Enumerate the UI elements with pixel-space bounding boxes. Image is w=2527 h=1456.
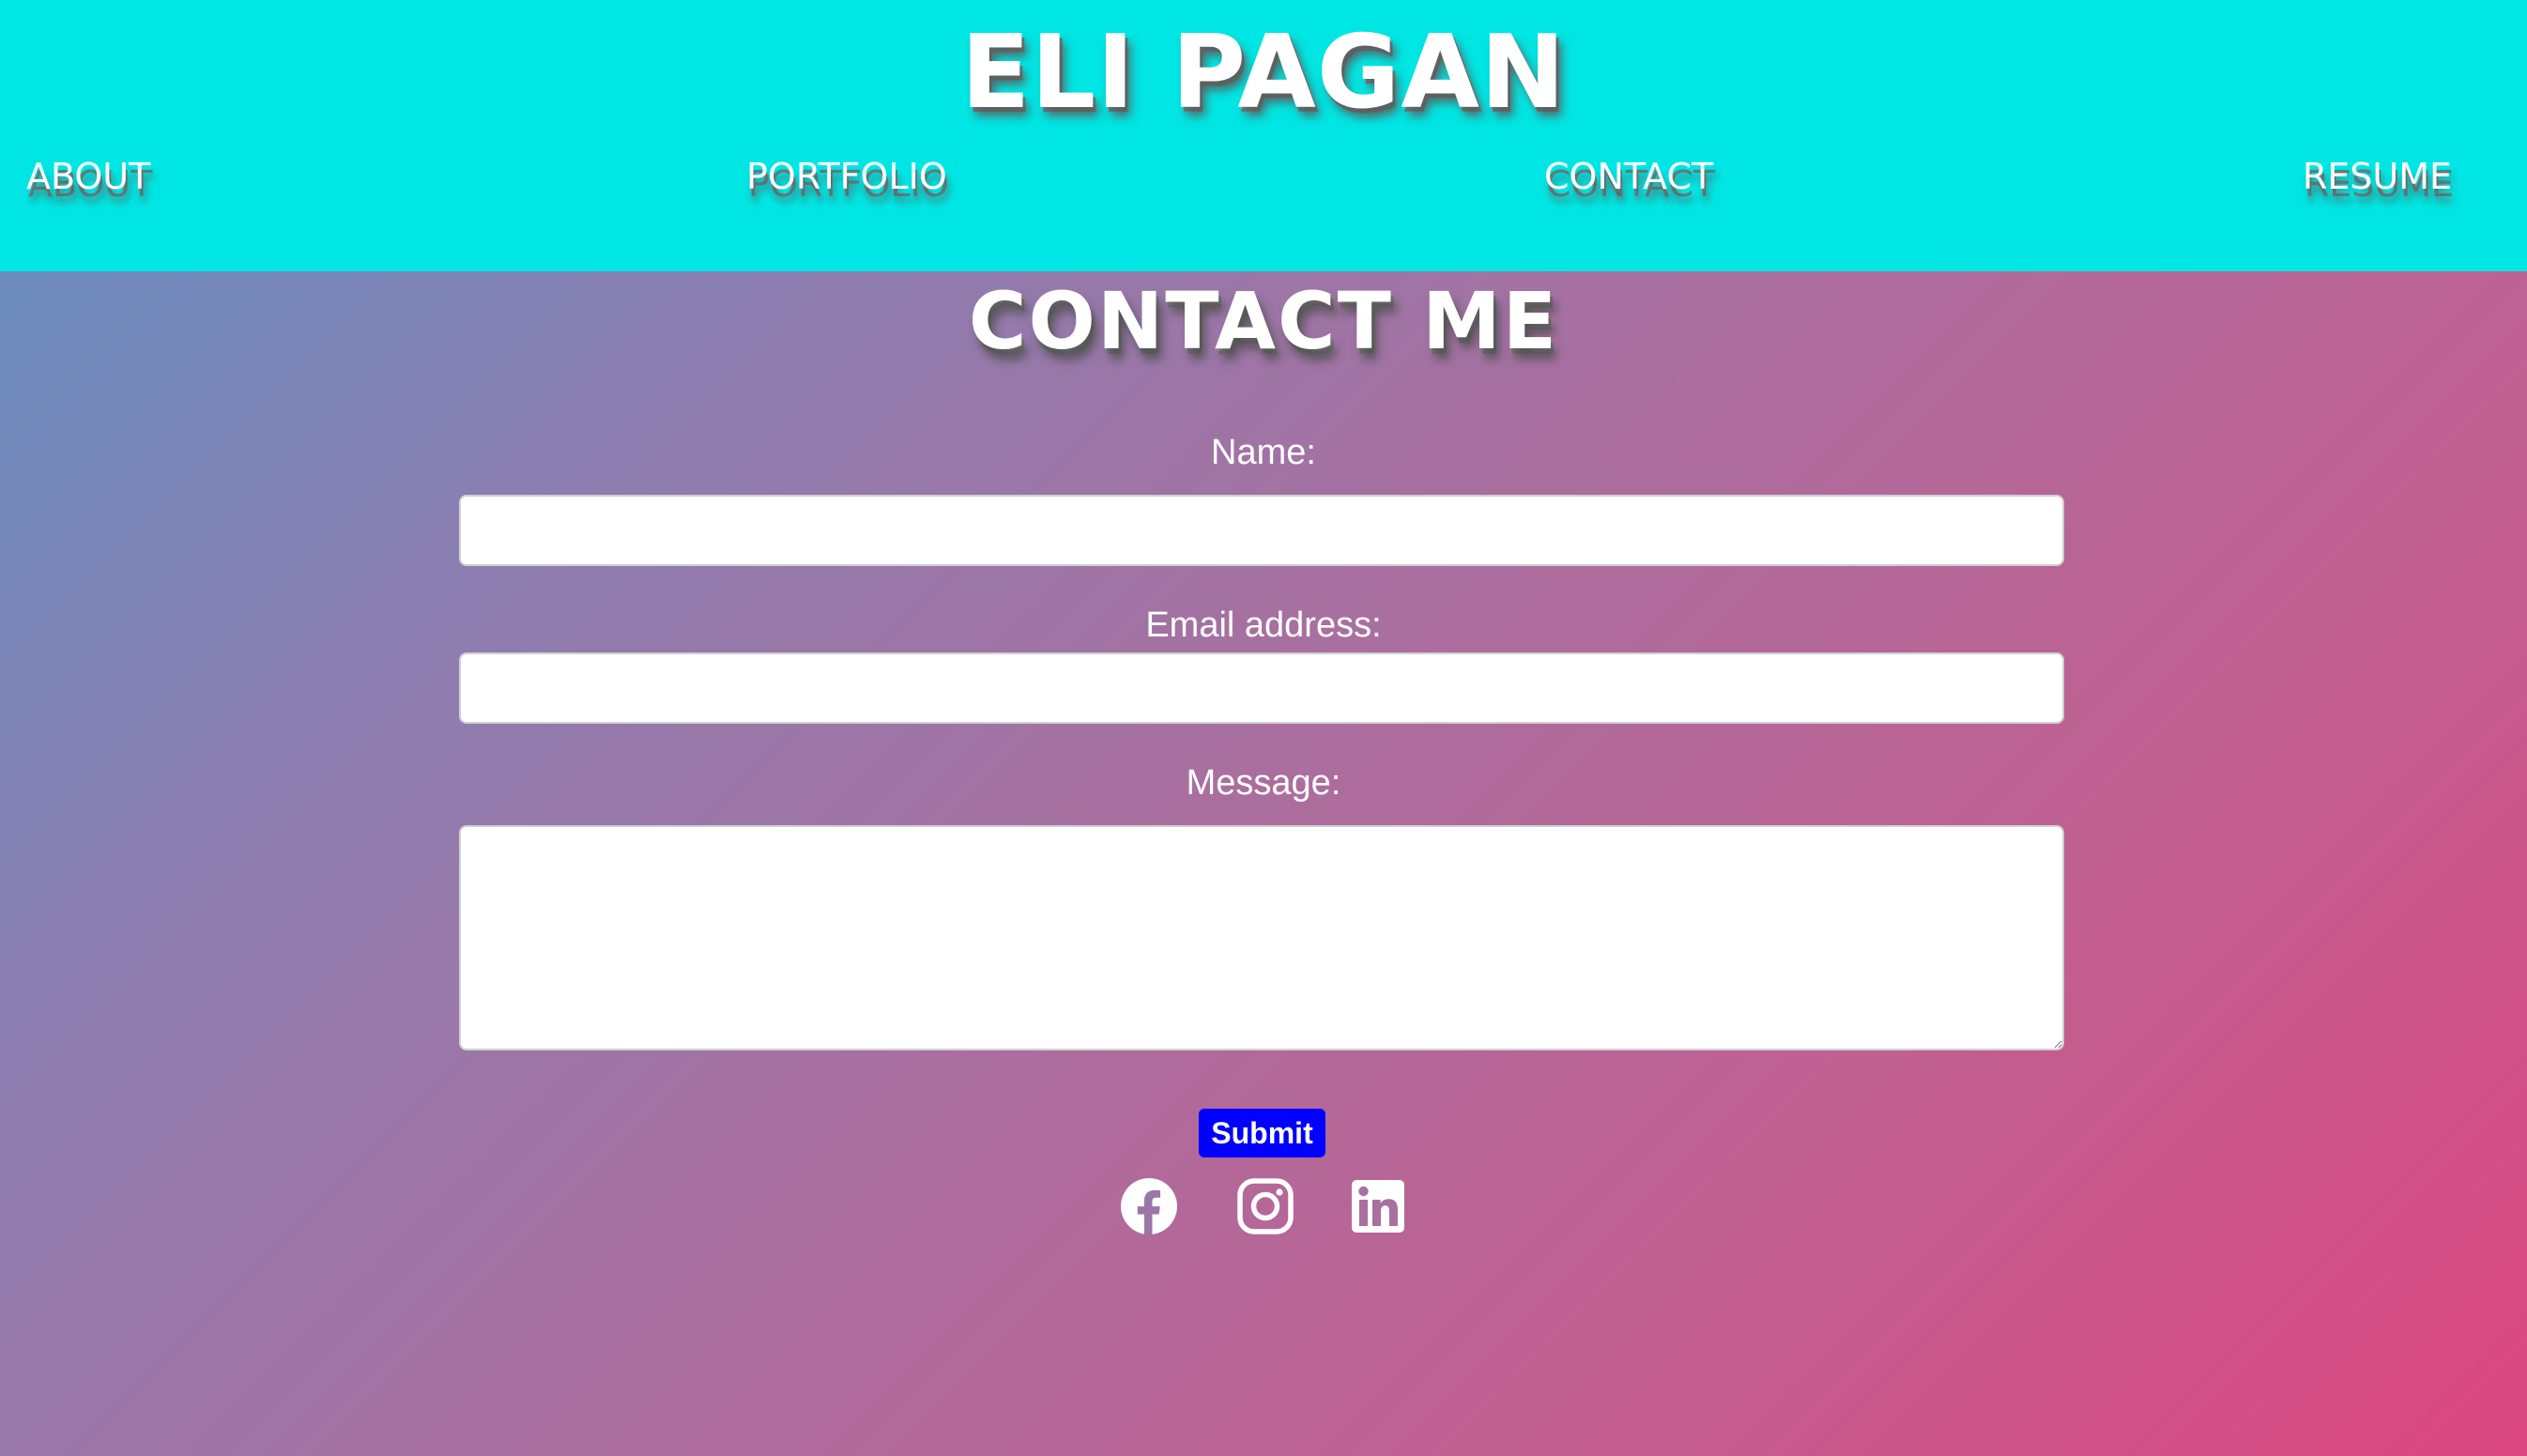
nav-contact[interactable]: CONTACT (1544, 154, 1713, 199)
site-title: ELI PAGAN (960, 14, 1567, 131)
email-label: Email address: (1145, 605, 1382, 645)
page-title: CONTACT ME (968, 275, 1559, 367)
facebook-icon-graphic (1121, 1178, 1177, 1234)
linkedin-icon[interactable] (1348, 1176, 1408, 1236)
email-field[interactable] (459, 652, 2064, 724)
message-label: Message: (1186, 763, 1341, 803)
facebook-icon[interactable] (1119, 1176, 1179, 1236)
nav-portfolio[interactable]: PORTFOLIO (746, 154, 947, 199)
message-field[interactable] (459, 825, 2064, 1050)
instagram-icon-graphic (1237, 1178, 1294, 1234)
nav-about[interactable]: ABOUT (26, 154, 150, 199)
submit-button[interactable]: Submit (1199, 1109, 1325, 1157)
site-header: ELI PAGAN ABOUT PORTFOLIO CONTACT RESUME (0, 0, 2527, 271)
name-field[interactable] (459, 495, 2064, 566)
instagram-icon[interactable] (1235, 1176, 1295, 1236)
name-label: Name: (1211, 433, 1316, 472)
linkedin-icon-graphic (1352, 1180, 1404, 1233)
nav-resume[interactable]: RESUME (2303, 154, 2452, 199)
